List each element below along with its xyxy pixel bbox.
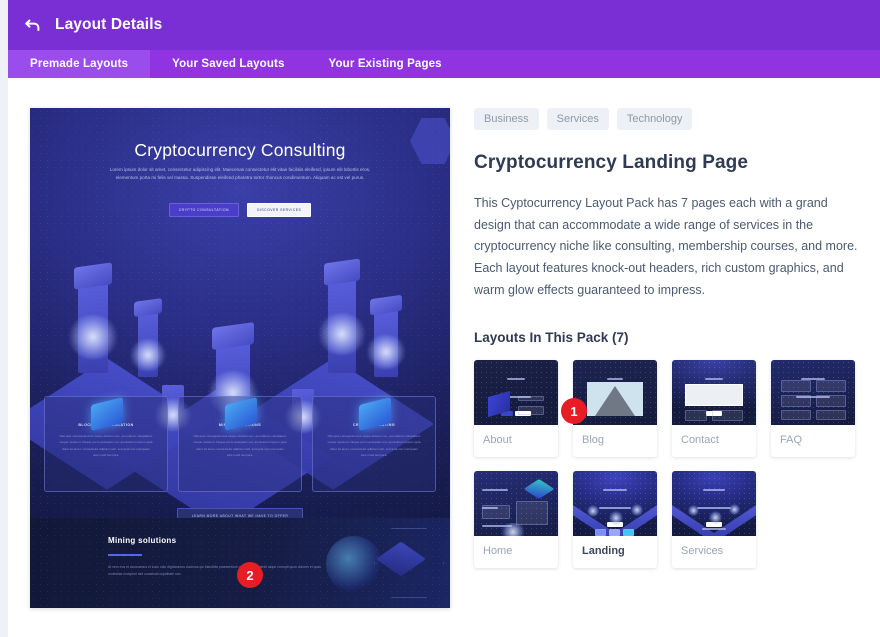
tag-business[interactable]: Business	[474, 108, 539, 130]
preview-feature-card: MINING SOLUTIONS Nisi quis consequat ero…	[178, 396, 302, 492]
layout-card-label: Services	[681, 545, 724, 558]
layout-card-label: Blog	[582, 434, 605, 447]
preview-hero: Cryptocurrency Consulting Lorem ipsum do…	[30, 108, 450, 529]
layout-card-label: About	[483, 434, 512, 447]
preview-feature-card-body: Nisi quis consequat eros neque dolores n…	[59, 434, 153, 458]
layout-card-label: Home	[483, 545, 513, 558]
preview-feature-cards: BLOCKCHAIN EDUCATION Nisi quis consequat…	[44, 396, 436, 492]
layout-thumbnail	[672, 360, 756, 426]
layout-thumbnail	[474, 360, 558, 426]
tab-premade-layouts[interactable]: Premade Layouts	[8, 50, 151, 78]
layout-card-label: FAQ	[780, 434, 803, 447]
layout-card-faq[interactable]: FAQ	[771, 360, 855, 458]
preview-hero-secondary-button: DISCOVER SERVICES	[247, 203, 312, 217]
layout-details-screen: Layout Details Premade Layouts Your Save…	[0, 0, 880, 637]
layout-thumbnail	[672, 471, 756, 537]
layout-card-label: Contact	[681, 434, 719, 447]
annotation-badge-1: 1	[561, 398, 587, 424]
modal-header: Layout Details	[8, 0, 880, 50]
layout-thumbnail	[573, 471, 657, 537]
layouts-in-pack-heading: Layouts In This Pack (7)	[474, 330, 629, 346]
back-arrow-icon[interactable]	[24, 16, 42, 34]
preview-hero-title: Cryptocurrency Consulting	[134, 140, 346, 160]
layout-card-about[interactable]: About	[474, 360, 558, 458]
tag-list: Business Services Technology	[474, 108, 866, 130]
preview-footer-heading: Mining solutions	[108, 536, 177, 545]
preview-hero-buttons: CRYPTO CONSULTATION DISCOVER SERVICES	[30, 203, 450, 217]
preview-footer-orb	[326, 536, 382, 592]
preview-feature-card-body: Nisi quis consequat eros neque dolores n…	[193, 434, 287, 458]
preview-footer-section: Mining solutions At vero eos et accusamu…	[30, 518, 450, 608]
preview-feature-card-body: Nisi quis consequat eros neque dolores n…	[327, 434, 421, 458]
preview-hero-primary-button: CRYPTO CONSULTATION	[168, 203, 239, 217]
preview-feature-card: BLOCKCHAIN EDUCATION Nisi quis consequat…	[44, 396, 168, 492]
annotation-badge-2: 2	[237, 562, 263, 588]
layout-thumbnail	[474, 471, 558, 537]
tab-bar: Premade Layouts Your Saved Layouts Your …	[8, 50, 880, 78]
pack-title: Cryptocurrency Landing Page	[474, 152, 749, 173]
tag-services[interactable]: Services	[546, 108, 609, 130]
tab-your-existing-pages[interactable]: Your Existing Pages	[307, 50, 464, 78]
layout-details-panel: Business Services Technology Cryptocurre…	[474, 108, 866, 569]
tag-technology[interactable]: Technology	[616, 108, 693, 130]
preview-footer-body: At vero eos et accusamus et iusto odio d…	[108, 565, 321, 577]
preview-hero-paragraph: Lorem ipsum dolor sit amet, consectetur …	[109, 167, 371, 181]
layout-preview-image: Cryptocurrency Consulting Lorem ipsum do…	[30, 108, 450, 608]
preview-feature-card: CRYPTO INVESTING Nisi quis consequat ero…	[312, 396, 436, 492]
layout-card-home[interactable]: Home	[474, 471, 558, 569]
preview-footer-rule	[108, 554, 142, 556]
layout-card-services[interactable]: Services	[672, 471, 756, 569]
layout-card-landing[interactable]: Landing	[573, 471, 657, 569]
layout-preview[interactable]: Cryptocurrency Consulting Lorem ipsum do…	[30, 108, 450, 608]
layout-thumbnail	[771, 360, 855, 426]
page-title: Layout Details	[55, 16, 163, 33]
layout-card-label: Landing	[582, 545, 625, 558]
tab-your-saved-layouts[interactable]: Your Saved Layouts	[150, 50, 306, 78]
pack-description: This Cyptocurrency Layout Pack has 7 pag…	[474, 196, 858, 297]
layouts-grid: About Blog Contact FAQ Home Landing Serv…	[474, 360, 866, 569]
layout-card-contact[interactable]: Contact	[672, 360, 756, 458]
modal-body: Cryptocurrency Consulting Lorem ipsum do…	[8, 78, 880, 637]
